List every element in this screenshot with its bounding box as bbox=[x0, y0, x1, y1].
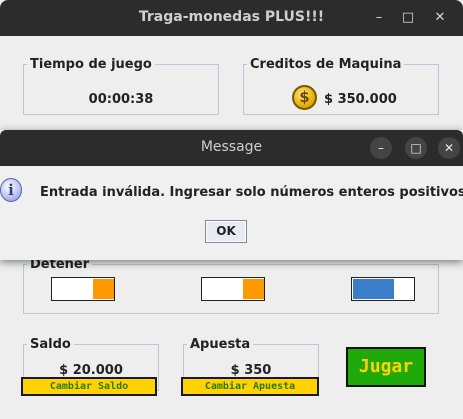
change-bet-button[interactable]: Cambiar Apuesta bbox=[181, 377, 319, 396]
machine-credits: $ 350.000 bbox=[324, 92, 397, 107]
dialog-title: Message bbox=[200, 139, 263, 155]
message-dialog: Message – □ ✕ i Entrada inválida. Ingres… bbox=[0, 130, 463, 260]
reel-stop-2[interactable] bbox=[201, 277, 265, 301]
reel-indicator-3 bbox=[353, 279, 394, 299]
reel-indicator-2 bbox=[243, 279, 264, 299]
reel-stop-3[interactable] bbox=[351, 277, 415, 301]
ok-button[interactable]: OK bbox=[205, 220, 247, 243]
credits-panel-label: Creditos de Maquina bbox=[250, 57, 402, 72]
elapsed-time: 00:00:38 bbox=[88, 92, 154, 107]
time-panel-label: Tiempo de juego bbox=[30, 57, 152, 72]
dialog-title-bar[interactable]: Message – □ ✕ bbox=[0, 130, 463, 166]
balance-value: $ 20.000 bbox=[59, 363, 123, 378]
minimize-button[interactable]: – bbox=[369, 8, 389, 28]
dialog-minimize-button[interactable]: – bbox=[370, 137, 392, 159]
window-title: Traga-monedas PLUS!!! bbox=[138, 9, 325, 25]
credits-panel: Creditos de Maquina $ $ 350.000 bbox=[243, 57, 439, 115]
title-bar[interactable]: Traga-monedas PLUS!!! – □ ✕ bbox=[0, 0, 463, 36]
bet-value: $ 350 bbox=[230, 363, 272, 378]
bet-panel-label: Apuesta bbox=[190, 337, 251, 352]
dialog-message: Entrada inválida. Ingresar solo números … bbox=[40, 185, 463, 200]
change-balance-button[interactable]: Cambiar Saldo bbox=[21, 377, 157, 396]
time-panel: Tiempo de juego 00:00:38 bbox=[23, 57, 219, 115]
play-button[interactable]: Jugar bbox=[346, 347, 426, 387]
dialog-close-button[interactable]: ✕ bbox=[438, 137, 460, 159]
close-button[interactable]: ✕ bbox=[430, 8, 450, 28]
maximize-button[interactable]: □ bbox=[398, 8, 418, 28]
dialog-maximize-button[interactable]: □ bbox=[405, 137, 427, 159]
balance-panel-label: Saldo bbox=[30, 337, 71, 352]
info-icon: i bbox=[0, 178, 22, 202]
coin-icon: $ bbox=[292, 85, 317, 110]
reel-stop-1[interactable] bbox=[51, 277, 115, 301]
reel-indicator-1 bbox=[93, 279, 114, 299]
